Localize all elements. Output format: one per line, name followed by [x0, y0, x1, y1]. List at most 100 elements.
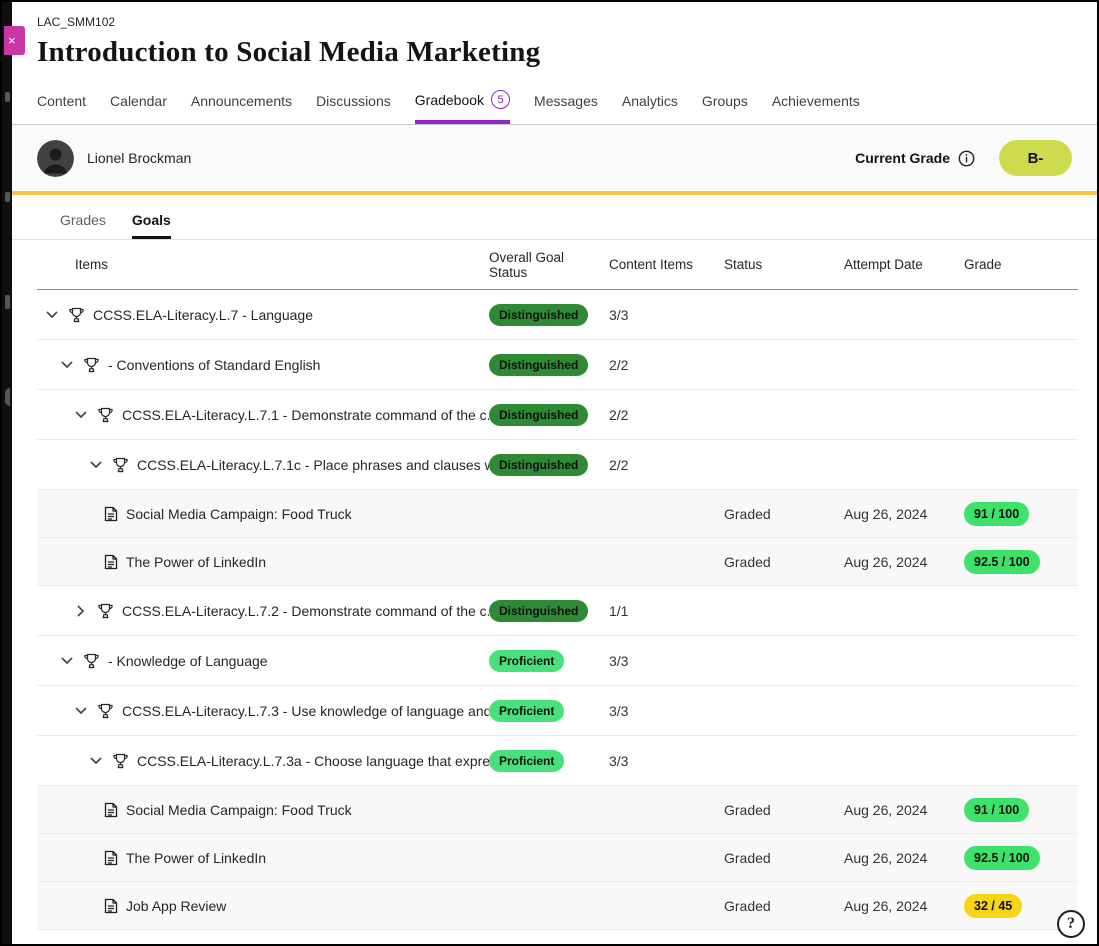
- expand-chevron-icon[interactable]: [46, 311, 68, 319]
- goal-status-cell: Distinguished: [489, 454, 597, 476]
- table-row[interactable]: The Power of LinkedIn Graded Aug 26, 202…: [37, 538, 1078, 586]
- tab-content[interactable]: Content: [37, 93, 86, 124]
- table-row[interactable]: The Power of LinkedIn Graded Aug 26, 202…: [37, 834, 1078, 882]
- row-label[interactable]: CCSS.ELA-Literacy.L.7.2 - Demonstrate co…: [122, 603, 489, 619]
- table-row[interactable]: CCSS.ELA-Literacy.L.7.3a - Choose langua…: [37, 736, 1078, 786]
- info-icon[interactable]: [958, 150, 975, 167]
- tab-calendar[interactable]: Calendar: [110, 93, 167, 124]
- tab-groups[interactable]: Groups: [702, 93, 748, 124]
- goals-table-header: Items Overall Goal Status Content Items …: [37, 240, 1078, 290]
- grade-cell: 92.5 / 100: [957, 550, 1078, 574]
- content-items-count: 3/3: [597, 307, 717, 323]
- course-code: LAC_SMM102: [37, 15, 1097, 29]
- grade-pill[interactable]: 92.5 / 100: [964, 550, 1040, 574]
- grade-pill[interactable]: 32 / 45: [964, 894, 1022, 918]
- row-name-cell: Social Media Campaign: Food Truck: [37, 802, 489, 818]
- row-label[interactable]: CCSS.ELA-Literacy.L.7.3 - Use knowledge …: [122, 703, 489, 719]
- table-row[interactable]: CCSS.ELA-Literacy.L.7.2 - Demonstrate co…: [37, 586, 1078, 636]
- goal-status-pill: Proficient: [489, 700, 564, 722]
- tab-analytics[interactable]: Analytics: [622, 93, 678, 124]
- document-icon: [104, 898, 118, 914]
- content-items-count: 3/3: [597, 703, 717, 719]
- expand-chevron-icon[interactable]: [90, 757, 112, 765]
- tab-grades[interactable]: Grades: [60, 212, 106, 239]
- grade-cell: 91 / 100: [957, 502, 1078, 526]
- row-label[interactable]: CCSS.ELA-Literacy.L.7.1 - Demonstrate co…: [122, 407, 489, 423]
- tab-discussions[interactable]: Discussions: [316, 93, 391, 124]
- table-row[interactable]: - Conventions of Standard English Distin…: [37, 340, 1078, 390]
- item-status: Graded: [717, 506, 837, 522]
- table-row[interactable]: Job App Review Graded Aug 26, 2024 32 / …: [37, 882, 1078, 930]
- panel-close-button[interactable]: ×: [4, 26, 25, 55]
- expand-chevron-icon[interactable]: [75, 707, 97, 715]
- tab-messages[interactable]: Messages: [534, 93, 598, 124]
- grade-pill[interactable]: 92.5 / 100: [964, 846, 1040, 870]
- course-page: LAC_SMM102 Introduction to Social Media …: [12, 2, 1097, 944]
- tab-achievements[interactable]: Achievements: [772, 93, 860, 124]
- row-name-cell: CCSS.ELA-Literacy.L.7.3a - Choose langua…: [37, 753, 489, 769]
- attempt-date: Aug 26, 2024: [837, 898, 957, 914]
- goals-table-body: CCSS.ELA-Literacy.L.7 - Language Disting…: [37, 290, 1078, 930]
- content-items-count: 2/2: [597, 457, 717, 473]
- tab-goals[interactable]: Goals: [132, 212, 171, 239]
- goal-trophy-icon: [112, 753, 129, 769]
- expand-chevron-icon[interactable]: [75, 411, 97, 419]
- current-grade-box: Current Grade B-: [855, 140, 1072, 176]
- course-header: LAC_SMM102 Introduction to Social Media …: [12, 2, 1097, 69]
- row-name-cell: CCSS.ELA-Literacy.L.7.1 - Demonstrate co…: [37, 407, 489, 423]
- current-grade-label: Current Grade: [855, 150, 950, 166]
- row-name-cell: The Power of LinkedIn: [37, 850, 489, 866]
- col-grade: Grade: [957, 257, 1078, 272]
- table-row[interactable]: - Knowledge of Language Proficient 3/3: [37, 636, 1078, 686]
- base-nav-partial-icon: [5, 192, 10, 202]
- row-label[interactable]: - Knowledge of Language: [108, 653, 268, 669]
- item-status: Graded: [717, 850, 837, 866]
- row-label[interactable]: CCSS.ELA-Literacy.L.7.1c - Place phrases…: [137, 457, 489, 473]
- table-row[interactable]: CCSS.ELA-Literacy.L.7.1 - Demonstrate co…: [37, 390, 1078, 440]
- course-title: Introduction to Social Media Marketing: [37, 36, 1097, 69]
- table-row[interactable]: Social Media Campaign: Food Truck Graded…: [37, 490, 1078, 538]
- content-items-count: 3/3: [597, 753, 717, 769]
- expand-chevron-icon[interactable]: [61, 361, 83, 369]
- help-button[interactable]: ?: [1057, 910, 1085, 938]
- item-status: Graded: [717, 898, 837, 914]
- goal-status-pill: Proficient: [489, 750, 564, 772]
- table-row[interactable]: CCSS.ELA-Literacy.L.7 - Language Disting…: [37, 290, 1078, 340]
- row-label[interactable]: CCSS.ELA-Literacy.L.7.3a - Choose langua…: [137, 753, 489, 769]
- expand-chevron-icon[interactable]: [61, 657, 83, 665]
- row-label[interactable]: The Power of LinkedIn: [126, 554, 266, 570]
- student-bar: Lionel Brockman Current Grade B-: [12, 125, 1097, 195]
- table-row[interactable]: CCSS.ELA-Literacy.L.7.3 - Use knowledge …: [37, 686, 1078, 736]
- app-window: × LAC_SMM102 Introduction to Social Medi…: [0, 0, 1099, 946]
- current-grade-pill[interactable]: B-: [999, 140, 1072, 176]
- tab-gradebook[interactable]: Gradebook 5: [415, 90, 510, 124]
- row-label[interactable]: Job App Review: [126, 898, 226, 914]
- goal-trophy-icon: [97, 407, 114, 423]
- row-name-cell: CCSS.ELA-Literacy.L.7.1c - Place phrases…: [37, 457, 489, 473]
- goal-trophy-icon: [97, 703, 114, 719]
- person-icon: [37, 140, 74, 177]
- grade-pill[interactable]: 91 / 100: [964, 798, 1029, 822]
- document-icon: [104, 506, 118, 522]
- row-label[interactable]: The Power of LinkedIn: [126, 850, 266, 866]
- row-name-cell: CCSS.ELA-Literacy.L.7.2 - Demonstrate co…: [37, 603, 489, 619]
- tab-announcements[interactable]: Announcements: [191, 93, 292, 124]
- document-icon: [104, 554, 118, 570]
- document-icon: [104, 850, 118, 866]
- row-label[interactable]: CCSS.ELA-Literacy.L.7 - Language: [93, 307, 313, 323]
- goal-status-pill: Proficient: [489, 650, 564, 672]
- expand-chevron-icon[interactable]: [90, 461, 112, 469]
- attempt-date: Aug 26, 2024: [837, 850, 957, 866]
- base-nav-partial-icon: [5, 388, 10, 406]
- row-label[interactable]: Social Media Campaign: Food Truck: [126, 802, 352, 818]
- expand-chevron-icon[interactable]: [75, 607, 97, 615]
- grade-pill[interactable]: 91 / 100: [964, 502, 1029, 526]
- goal-status-cell: Distinguished: [489, 304, 597, 326]
- content-items-count: 2/2: [597, 407, 717, 423]
- row-label[interactable]: Social Media Campaign: Food Truck: [126, 506, 352, 522]
- goal-trophy-icon: [97, 603, 114, 619]
- table-row[interactable]: CCSS.ELA-Literacy.L.7.1c - Place phrases…: [37, 440, 1078, 490]
- table-row[interactable]: Social Media Campaign: Food Truck Graded…: [37, 786, 1078, 834]
- grade-cell: 91 / 100: [957, 798, 1078, 822]
- row-label[interactable]: - Conventions of Standard English: [108, 357, 320, 373]
